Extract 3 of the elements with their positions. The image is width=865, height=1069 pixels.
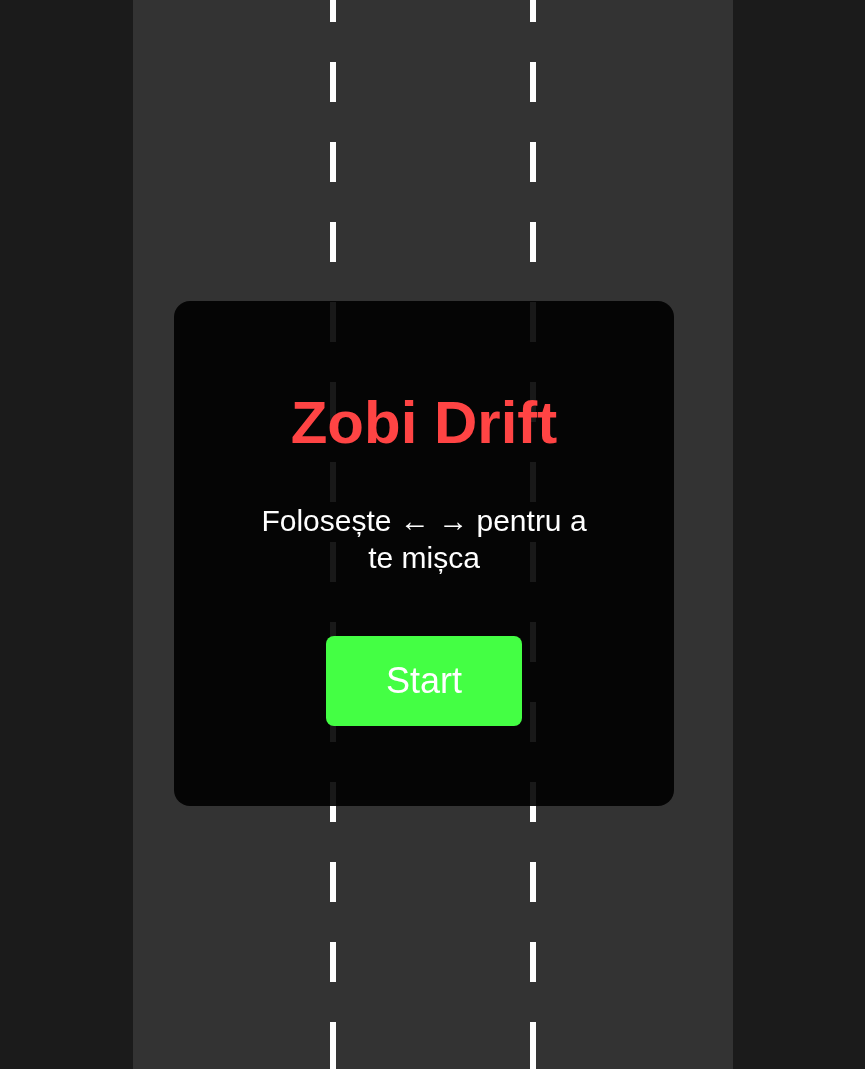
game-title: Zobi Drift — [290, 388, 558, 458]
start-button[interactable]: Start — [326, 636, 522, 726]
instructions-text: Folosește ← → pentru a te mișca — [260, 503, 588, 576]
